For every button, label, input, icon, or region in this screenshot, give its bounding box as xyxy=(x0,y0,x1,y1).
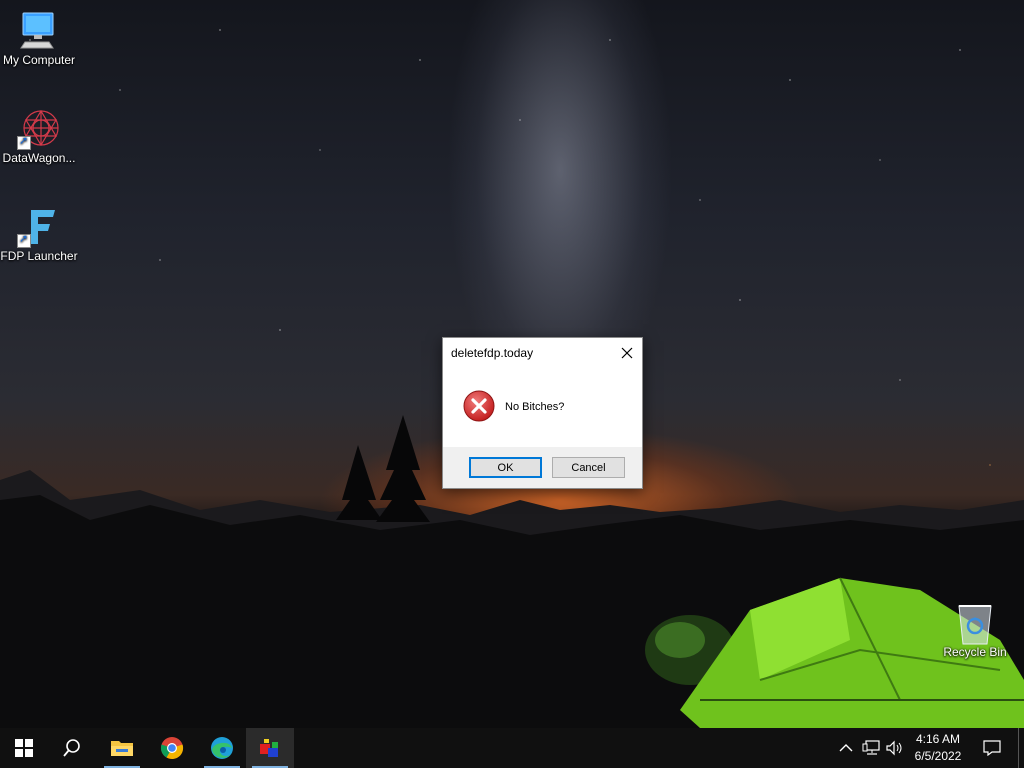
dialog-titlebar[interactable]: deletefdp.today xyxy=(443,338,642,368)
desktop-icon-datawagon[interactable]: DataWagon... xyxy=(0,108,78,165)
clock-date: 6/5/2022 xyxy=(914,749,962,763)
start-icon xyxy=(15,739,33,757)
taskbar-file-explorer[interactable] xyxy=(98,728,146,768)
desktop-icon-my-computer[interactable]: My Computer xyxy=(0,10,78,67)
dialog-message: No Bitches? xyxy=(505,401,565,413)
action-center-button[interactable] xyxy=(978,728,1006,768)
error-icon xyxy=(463,390,495,422)
volume-icon xyxy=(886,740,902,756)
fdp-launcher-icon xyxy=(17,206,59,248)
dialog-title: deletefdp.today xyxy=(451,346,534,360)
desktop-icon-recycle-bin[interactable]: Recycle Bin xyxy=(936,602,1014,659)
tray-network[interactable] xyxy=(860,728,882,768)
desktop-icon-label: DataWagon... xyxy=(2,151,76,165)
desktop-icon-fdp-launcher[interactable]: FDP Launcher xyxy=(0,206,78,263)
message-box-dialog: deletefdp.today No Bitches? OK Cancel xyxy=(442,337,643,489)
cancel-button[interactable]: Cancel xyxy=(552,457,625,478)
desktop-icon-label: My Computer xyxy=(2,53,76,67)
taskbar: 4:16 AM 6/5/2022 xyxy=(0,728,1024,768)
start-button[interactable] xyxy=(0,728,48,768)
recycle-bin-icon xyxy=(955,602,995,645)
taskbar-edge[interactable] xyxy=(198,728,246,768)
close-icon xyxy=(621,347,633,359)
tray-volume[interactable] xyxy=(884,728,906,768)
shortcut-arrow-icon xyxy=(17,134,31,150)
tray-show-hidden[interactable] xyxy=(836,728,856,768)
desktop-icon-label: FDP Launcher xyxy=(0,249,78,263)
clock-time: 4:16 AM xyxy=(915,732,961,746)
dialog-button-bar: OK Cancel xyxy=(443,447,642,488)
chevron-up-icon xyxy=(839,744,853,752)
datawagon-icon xyxy=(17,108,59,150)
action-center-icon xyxy=(983,740,1001,756)
ok-button[interactable]: OK xyxy=(469,457,542,478)
edge-icon xyxy=(211,737,233,759)
shortcut-arrow-icon xyxy=(17,232,31,248)
app-icon xyxy=(260,739,278,757)
dialog-body: No Bitches? xyxy=(443,368,642,446)
taskbar-chrome[interactable] xyxy=(148,728,196,768)
search-button[interactable] xyxy=(48,728,96,768)
show-desktop-button[interactable] xyxy=(1018,728,1024,768)
taskbar-app[interactable] xyxy=(246,728,294,768)
network-icon xyxy=(862,740,880,755)
chrome-icon xyxy=(160,737,184,760)
search-icon xyxy=(63,739,80,757)
close-button[interactable] xyxy=(612,338,642,368)
computer-icon xyxy=(19,10,59,50)
desktop-icon-label: Recycle Bin xyxy=(943,645,1007,659)
taskbar-clock[interactable]: 4:16 AM 6/5/2022 xyxy=(906,728,970,768)
file-explorer-icon xyxy=(111,741,133,756)
